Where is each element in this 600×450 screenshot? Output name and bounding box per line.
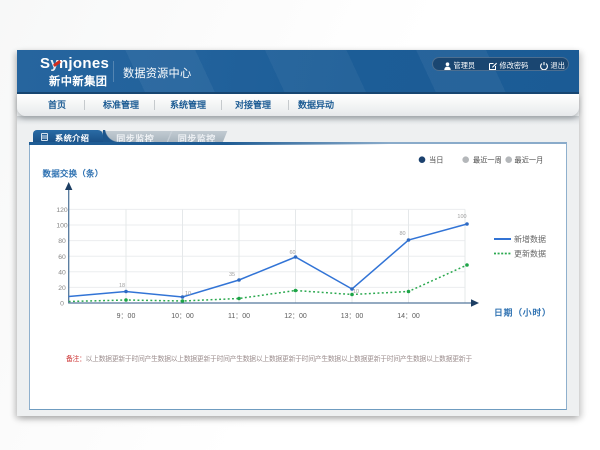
svg-text:0: 0 [60,301,64,308]
svg-text:20: 20 [58,285,66,292]
svg-text:100: 100 [56,223,68,230]
svg-text:9：00: 9：00 [117,313,136,320]
svg-text:10: 10 [185,291,191,297]
svg-text:最近一月: 最近一月 [515,155,544,164]
svg-text:80: 80 [399,231,405,237]
svg-text:14：00: 14：00 [397,313,420,320]
svg-text:新增数据: 新增数据 [514,234,546,244]
svg-text:120: 120 [56,207,68,214]
svg-text:更新数据: 更新数据 [514,249,546,259]
svg-text:60: 60 [289,250,295,256]
svg-text:60: 60 [58,254,66,261]
svg-text:日期（小时）: 日期（小时） [494,307,552,318]
svg-text:备注：以上数据更新于时间产生数据以上数据更新于时间产生数据以: 备注：以上数据更新于时间产生数据以上数据更新于时间产生数据以上数据更新于时间产生… [66,354,472,363]
svg-text:100: 100 [457,214,466,220]
svg-text:11：00: 11：00 [228,313,250,320]
svg-text:10：00: 10：00 [171,313,194,320]
svg-text:当日: 当日 [429,155,443,164]
svg-text:10: 10 [353,289,359,295]
svg-text:35: 35 [229,272,235,278]
svg-text:40: 40 [58,269,66,276]
svg-text:数据交换（条）: 数据交换（条） [43,169,104,179]
svg-text:18: 18 [119,283,125,289]
svg-text:13：00: 13：00 [341,313,364,320]
svg-text:最近一周: 最近一周 [473,155,502,164]
svg-text:80: 80 [58,238,66,245]
svg-text:12：00: 12：00 [284,313,307,320]
